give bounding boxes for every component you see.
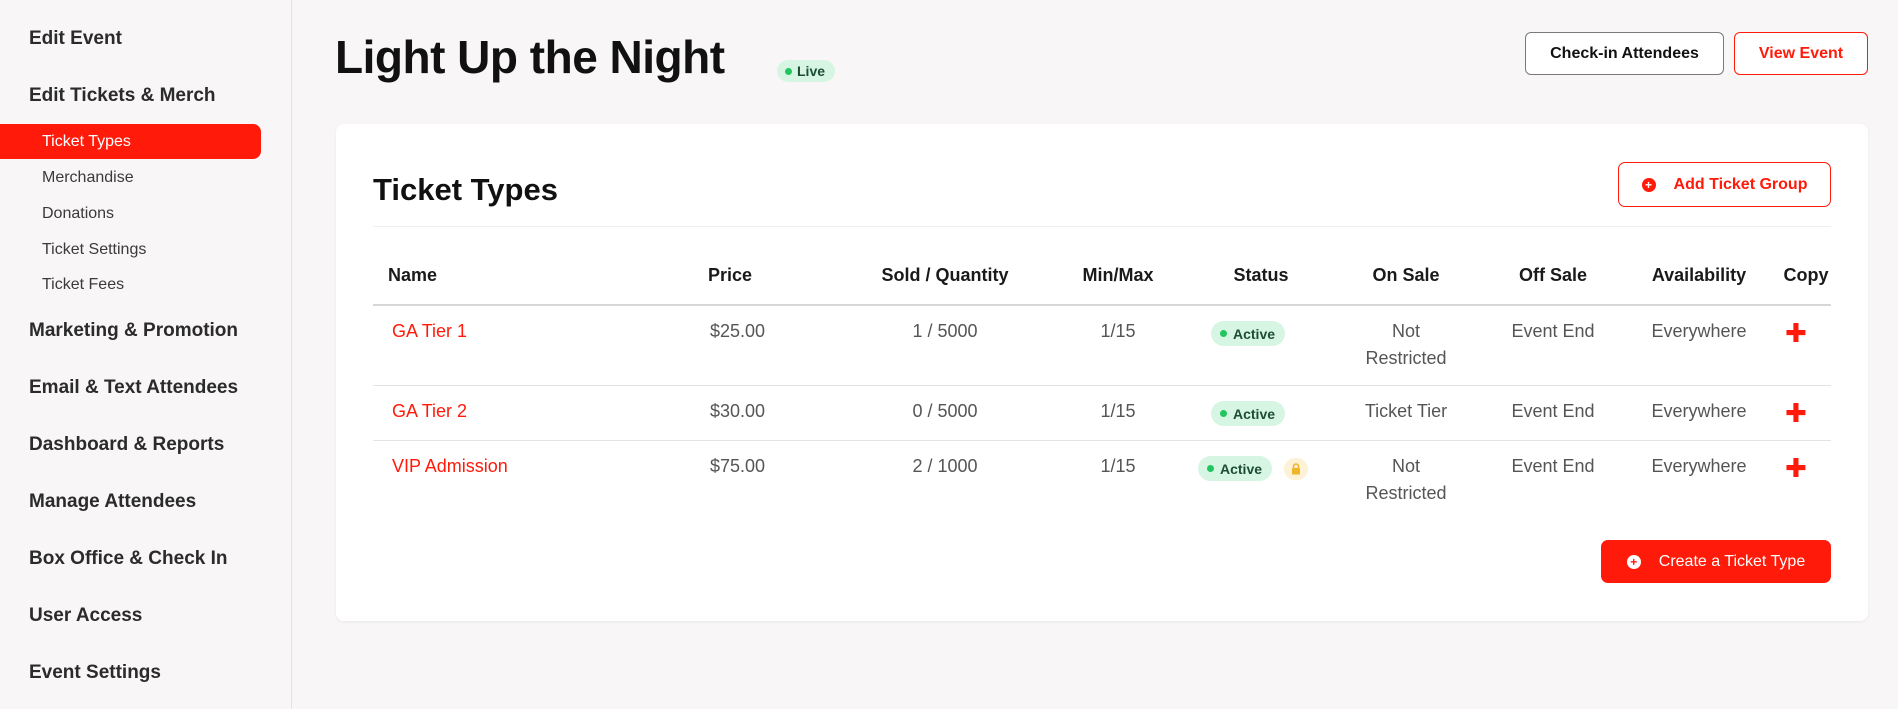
ticket-sold-quantity: 0 / 5000: [912, 401, 978, 421]
live-status-badge: Live: [777, 60, 836, 82]
create-ticket-type-label: Create a Ticket Type: [1658, 552, 1806, 570]
green-dot-icon: [1220, 330, 1227, 337]
on-sale-line-1: Not: [1391, 456, 1420, 476]
sidebar-subitem-ticket-fees[interactable]: Ticket Fees: [42, 276, 124, 294]
ticket-on-sale: Ticket Tier: [1346, 398, 1466, 425]
ticket-off-sale: Event End: [1511, 401, 1595, 421]
column-header-name: Name: [388, 265, 438, 285]
column-header-sold-quantity: Sold / Quantity: [881, 265, 1009, 285]
sidebar-item-box-office[interactable]: Box Office & Check In: [29, 548, 228, 570]
row-divider: [373, 440, 1831, 441]
add-ticket-group-button[interactable]: + Add Ticket Group: [1618, 162, 1831, 207]
ticket-price: $25.00: [710, 321, 766, 341]
on-sale-line-1: Ticket Tier: [1364, 401, 1448, 421]
plus-circle-icon: +: [1626, 554, 1641, 569]
ticket-min-max: 1/15: [1100, 401, 1136, 421]
green-dot-icon: [1207, 465, 1214, 472]
sidebar-subitem-ticket-types[interactable]: Ticket Types: [0, 124, 261, 159]
live-status-label: Live: [797, 63, 826, 79]
ticket-availability: Everywhere: [1651, 401, 1747, 421]
check-in-attendees-button[interactable]: Check-in Attendees: [1525, 32, 1724, 75]
column-header-off-sale: Off Sale: [1518, 265, 1588, 285]
sidebar-item-marketing[interactable]: Marketing & Promotion: [29, 320, 238, 342]
copy-plus-icon[interactable]: ✚: [1785, 455, 1807, 481]
sidebar-subitem-merchandise[interactable]: Merchandise: [42, 169, 134, 187]
card-title: Ticket Types: [373, 172, 558, 207]
on-sale-line-1: Not: [1391, 321, 1420, 341]
ticket-price: $75.00: [710, 456, 766, 476]
ticket-name-link[interactable]: GA Tier 2: [392, 398, 467, 425]
sidebar-item-user-access[interactable]: User Access: [29, 605, 142, 627]
ticket-min-max: 1/15: [1100, 321, 1136, 341]
ticket-availability: Everywhere: [1651, 321, 1747, 341]
sidebar: Edit Event Edit Tickets & Merch Ticket T…: [0, 0, 292, 709]
status-badge: Active: [1211, 401, 1286, 426]
status-label: Active: [1233, 405, 1276, 422]
sidebar-item-edit-event[interactable]: Edit Event: [29, 28, 122, 50]
sidebar-item-dashboard-reports[interactable]: Dashboard & Reports: [29, 434, 224, 456]
column-header-copy: Copy: [1783, 265, 1829, 285]
row-divider: [373, 385, 1831, 386]
view-event-button[interactable]: View Event: [1734, 32, 1868, 75]
sidebar-item-edit-tickets-merch[interactable]: Edit Tickets & Merch: [29, 85, 216, 107]
ticket-price: $30.00: [710, 401, 766, 421]
ticket-on-sale: Not Restricted: [1346, 453, 1466, 507]
ticket-on-sale: Not Restricted: [1346, 318, 1466, 372]
add-ticket-group-label: Add Ticket Group: [1673, 175, 1808, 193]
create-ticket-type-button[interactable]: + Create a Ticket Type: [1601, 540, 1831, 583]
column-header-status: Status: [1233, 265, 1289, 285]
ticket-types-card: Ticket Types + Add Ticket Group Name Pri…: [336, 124, 1868, 621]
card-divider: [373, 226, 1831, 227]
status-badge: Active: [1211, 321, 1286, 346]
column-header-price: Price: [708, 265, 753, 285]
sidebar-subitem-label: Ticket Types: [42, 133, 131, 150]
sidebar-item-event-settings[interactable]: Event Settings: [29, 662, 161, 684]
column-header-availability: Availability: [1651, 265, 1747, 285]
ticket-name-link[interactable]: VIP Admission: [392, 453, 508, 480]
sidebar-subitem-donations[interactable]: Donations: [42, 205, 114, 223]
on-sale-line-2: Restricted: [1365, 348, 1447, 368]
ticket-off-sale: Event End: [1511, 456, 1595, 476]
ticket-off-sale: Event End: [1511, 321, 1595, 341]
ticket-name-link[interactable]: GA Tier 1: [392, 318, 467, 345]
copy-plus-icon[interactable]: ✚: [1785, 400, 1807, 426]
ticket-sold-quantity: 2 / 1000: [912, 456, 978, 476]
green-dot-icon: [785, 67, 792, 75]
green-dot-icon: [1220, 410, 1227, 417]
column-header-min-max: Min/Max: [1082, 265, 1154, 285]
ticket-sold-quantity: 1 / 5000: [912, 321, 978, 341]
plus-circle-icon: +: [1641, 177, 1656, 192]
sidebar-item-manage-attendees[interactable]: Manage Attendees: [29, 491, 196, 513]
ticket-min-max: 1/15: [1100, 456, 1136, 476]
status-badge: Active: [1198, 456, 1273, 481]
status-label: Active: [1220, 460, 1263, 477]
table-header-divider: [373, 304, 1831, 306]
page-title: Light Up the Night: [335, 31, 725, 83]
lock-icon: [1284, 458, 1308, 480]
copy-plus-icon[interactable]: ✚: [1785, 320, 1807, 346]
status-label: Active: [1233, 325, 1276, 342]
sidebar-subitem-ticket-settings[interactable]: Ticket Settings: [42, 241, 146, 259]
on-sale-line-2: Restricted: [1365, 483, 1447, 503]
sidebar-item-email-text[interactable]: Email & Text Attendees: [29, 377, 238, 399]
ticket-availability: Everywhere: [1651, 456, 1747, 476]
column-header-on-sale: On Sale: [1372, 265, 1440, 285]
